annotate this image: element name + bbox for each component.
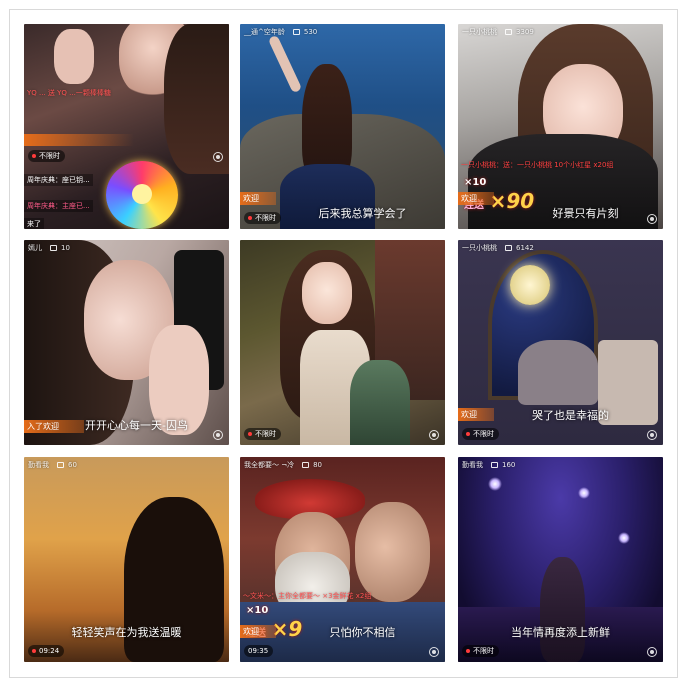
replay-icon[interactable] xyxy=(429,647,439,657)
girl-silhouette xyxy=(540,557,585,662)
lyric-caption: 好景只有片刻 xyxy=(552,207,619,220)
tile-topbar: 我全都要～ ¬冷 80 xyxy=(240,457,445,473)
combo-times: ×10 xyxy=(246,605,269,616)
lyric-caption: 后来我总算学会了 xyxy=(318,207,407,220)
stream-tile[interactable]: 勤看我 160 当年情再度添上新鲜 不限时 xyxy=(458,457,663,662)
combo-times: ×10 xyxy=(464,177,487,188)
time-badge: 09:24 xyxy=(28,645,65,657)
stream-tile[interactable]: 不限时 xyxy=(240,240,445,445)
tile-topbar: 勤看我 60 xyxy=(24,457,229,473)
tile-topbar: 一只小桃桃 3309 xyxy=(458,24,663,40)
replay-icon[interactable] xyxy=(213,430,223,440)
replay-icon[interactable] xyxy=(647,214,657,224)
streamer-name: 我全都要～ ¬冷 xyxy=(244,461,295,469)
stream-tile[interactable]: 嫣儿 10 入了欢迎 开开心心每一天-囚鸟 xyxy=(24,240,229,445)
badge-label: 不限时 xyxy=(473,647,494,655)
joined-line: 来了 xyxy=(24,218,44,229)
live-dot-icon xyxy=(32,649,36,653)
gift-message: YQ ... 送 YQ ...一颗棒棒糖 xyxy=(27,89,111,97)
anniversary-line-1: 周年庆典：座已钥... xyxy=(24,174,93,186)
welcome-banner: 欢迎 xyxy=(240,625,276,638)
welcome-banner: 欢迎 xyxy=(240,192,276,205)
viewer-count: 80 xyxy=(313,461,323,469)
orange-stripe xyxy=(24,134,134,146)
streamer-name: 嫣儿 xyxy=(28,244,42,252)
star-glow-1 xyxy=(488,477,502,491)
moon-shape xyxy=(510,265,550,305)
viewer-count: 6142 xyxy=(516,244,534,252)
viewer-count: 3309 xyxy=(516,28,534,36)
streamer-name: 一只小桃桃 xyxy=(462,244,497,252)
viewer-count: 10 xyxy=(61,244,70,252)
stream-tile[interactable]: __通^空年龄 530 欢迎 后来我总算学会了 不限时 xyxy=(240,24,445,229)
lyric-caption: 轻轻笑声在为我送温暖 xyxy=(71,626,182,639)
hand-shape xyxy=(54,29,94,84)
star-glow-3 xyxy=(618,532,630,544)
viewer-count-icon xyxy=(505,245,512,251)
viewer-count-icon xyxy=(57,462,64,468)
lyric-caption: 当年情再度添上新鲜 xyxy=(511,626,610,639)
badge-label: 09:24 xyxy=(39,647,60,655)
badge-label: 不限时 xyxy=(255,214,276,222)
welcome-banner: 欢迎 xyxy=(458,192,494,205)
lyric-caption: 开开心心每一天-囚鸟 xyxy=(85,419,188,432)
live-dot-icon xyxy=(248,216,252,220)
gift-message: 一只小桃桃：送：一只小桃桃 10个小红星 x20组 xyxy=(461,161,614,169)
streamer-name: 一只小桃桃 xyxy=(462,28,497,36)
time-badge: 不限时 xyxy=(244,428,281,440)
badge-label: 不限时 xyxy=(473,430,494,438)
badge-label: 不限时 xyxy=(39,152,60,160)
man-face xyxy=(355,502,430,602)
lyric-caption: 只怕你不相信 xyxy=(329,626,396,639)
replay-icon[interactable] xyxy=(213,152,223,162)
live-dot-icon xyxy=(248,432,252,436)
time-badge: 不限时 xyxy=(462,428,499,440)
tile-topbar: 一只小桃桃 6142 xyxy=(458,240,663,256)
streamer-name: 勤看我 xyxy=(462,461,483,469)
stream-tile[interactable]: YQ ... 送 YQ ...一颗棒棒糖 不限时 周年庆典：座已钥... 周年庆… xyxy=(24,24,229,229)
tile-topbar: 嫣儿 10 xyxy=(24,240,229,256)
viewer-count-icon xyxy=(302,462,310,468)
statue-shape xyxy=(350,360,410,445)
live-dot-icon xyxy=(466,649,470,653)
tile-topbar: __通^空年龄 530 xyxy=(240,24,445,40)
viewer-count-icon xyxy=(491,462,498,468)
replay-icon[interactable] xyxy=(647,647,657,657)
stream-tile[interactable]: 一只小桃桃 6142 欢迎 哭了也是幸福的 不限时 xyxy=(458,240,663,445)
badge-label: 不限时 xyxy=(255,430,276,438)
stream-tile[interactable]: 我全都要～ ¬冷 80 ～文米～：主你全都要～ ×3金鲜花 x2组 ×10 连送… xyxy=(240,457,445,662)
time-badge: 不限时 xyxy=(244,212,281,224)
streamer-name: 勤看我 xyxy=(28,461,49,469)
anniversary-line-2: 周年庆典：主座已... xyxy=(24,200,93,212)
live-dot-icon xyxy=(466,432,470,436)
replay-icon[interactable] xyxy=(647,430,657,440)
time-badge: 不限时 xyxy=(28,150,65,162)
streamer-name: __通^空年龄 xyxy=(244,28,285,36)
viewer-count: 530 xyxy=(303,28,318,36)
time-badge: 不限时 xyxy=(462,645,499,657)
stream-tile[interactable]: 一只小桃桃 3309 一只小桃桃：送：一只小桃桃 10个小红星 x20组 ×10… xyxy=(458,24,663,229)
viewer-count: 60 xyxy=(68,461,77,469)
stream-tile[interactable]: 勤看我 60 轻轻笑声在为我送温暖 09:24 xyxy=(24,457,229,662)
replay-icon[interactable] xyxy=(429,430,439,440)
tile-topbar: 勤看我 160 xyxy=(458,457,663,473)
viewer-count-icon xyxy=(292,29,300,35)
star-glow-2 xyxy=(578,487,590,499)
viewer-count-icon xyxy=(50,245,57,251)
lollipop-center xyxy=(132,184,152,204)
cats-shape xyxy=(518,340,598,405)
girl-face-shape xyxy=(302,262,352,324)
viewer-count-icon xyxy=(505,29,512,35)
live-dot-icon xyxy=(32,154,36,158)
stream-grid: YQ ... 送 YQ ...一颗棒棒糖 不限时 周年庆典：座已钥... 周年庆… xyxy=(24,24,664,664)
viewer-count: 160 xyxy=(502,461,516,469)
badge-label: 09:35 xyxy=(248,647,269,655)
time-badge: 09:35 xyxy=(244,645,274,657)
lyric-caption: 哭了也是幸福的 xyxy=(532,409,609,422)
